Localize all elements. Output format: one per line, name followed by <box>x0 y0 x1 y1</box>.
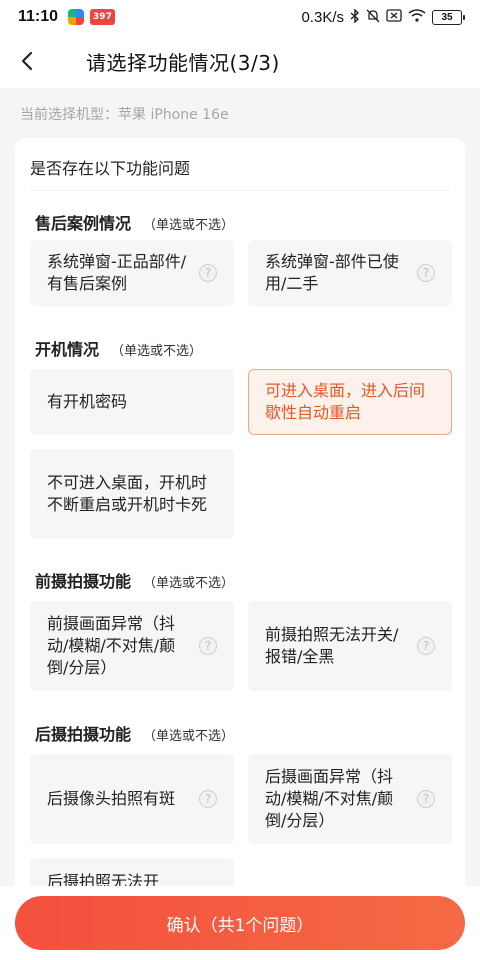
option-label: 可进入桌面，进入后间歇性自动重启 <box>265 381 426 422</box>
option-rear-image-abnormal[interactable]: 后摄画面异常（抖动/模糊/不对焦/颠倒/分层） ? <box>248 754 452 844</box>
help-icon[interactable]: ? <box>417 790 435 808</box>
app-notification-icon <box>68 9 85 25</box>
help-icon[interactable]: ? <box>199 264 217 282</box>
status-right: 0.3K/s 35 <box>301 7 465 26</box>
section-title-text: 前摄拍摄功能 <box>35 572 132 591</box>
option-label: 不可进入桌面，开机时不断重启或开机时卡死 <box>47 473 208 514</box>
function-issues-card: 是否存在以下功能问题 售后案例情况 （单选或不选） 系统弹窗-正品部件/有售后案… <box>15 138 465 960</box>
divider <box>30 190 450 191</box>
option-front-camera-fail[interactable]: 前摄拍照无法开关/报错/全黑 ? <box>248 601 452 691</box>
chevron-left-icon <box>21 51 33 71</box>
section-hint: （单选或不选） <box>143 218 235 233</box>
selected-model-label: 当前选择机型：苹果 iPhone 16e <box>20 107 229 123</box>
section-hint: （单选或不选） <box>143 729 235 744</box>
option-label: 系统弹窗-部件已使用/二手 <box>265 252 399 293</box>
section-title-text: 开机情况 <box>35 340 100 359</box>
back-button[interactable] <box>0 34 56 88</box>
option-boot-password[interactable]: 有开机密码 <box>30 369 234 435</box>
section-hint: （单选或不选） <box>111 344 203 359</box>
wifi-icon <box>408 9 426 25</box>
card-heading: 是否存在以下功能问题 <box>30 159 191 178</box>
app-badge-icon: 397 <box>90 9 115 25</box>
section-title-text: 后摄拍摄功能 <box>35 725 132 744</box>
confirm-button[interactable]: 确认（共1个问题） <box>15 896 465 950</box>
section-title-front-camera: 前摄拍摄功能 （单选或不选） <box>35 568 234 592</box>
battery-icon: 35 <box>432 9 465 25</box>
option-boot-loop[interactable]: 不可进入桌面，开机时不断重启或开机时卡死 <box>30 449 234 539</box>
option-used-parts-popup[interactable]: 系统弹窗-部件已使用/二手 ? <box>248 240 452 306</box>
option-genuine-parts-popup[interactable]: 系统弹窗-正品部件/有售后案例 ? <box>30 240 234 306</box>
section-title-rear-camera: 后摄拍摄功能 （单选或不选） <box>35 721 234 745</box>
option-label: 前摄画面异常（抖动/模糊/不对焦/颠倒/分层） <box>47 614 176 677</box>
option-label: 系统弹窗-正品部件/有售后案例 <box>47 252 187 293</box>
section-title-after-sales: 售后案例情况 （单选或不选） <box>35 210 234 234</box>
network-speed: 0.3K/s <box>301 8 344 26</box>
option-label: 前摄拍照无法开关/报错/全黑 <box>265 625 399 666</box>
status-bar: 11:10 397 0.3K/s 35 <box>0 0 480 34</box>
mute-icon <box>366 9 380 26</box>
option-label: 有开机密码 <box>47 392 128 411</box>
option-rear-spots[interactable]: 后摄像头拍照有斑 ? <box>30 754 234 844</box>
help-icon[interactable]: ? <box>199 637 217 655</box>
help-icon[interactable]: ? <box>417 637 435 655</box>
help-icon[interactable]: ? <box>199 790 217 808</box>
section-title-text: 售后案例情况 <box>35 214 132 233</box>
option-label: 后摄像头拍照有斑 <box>47 789 176 808</box>
sim-off-icon <box>386 9 402 25</box>
status-time: 11:10 <box>18 8 59 25</box>
option-label: 后摄画面异常（抖动/模糊/不对焦/颠倒/分层） <box>265 767 394 830</box>
header: 请选择功能情况(3/3) <box>0 34 480 88</box>
option-intermittent-restart[interactable]: 可进入桌面，进入后间歇性自动重启 <box>248 369 452 435</box>
bottom-bar: 确认（共1个问题） <box>0 886 480 960</box>
page-title: 请选择功能情况(3/3) <box>86 50 280 75</box>
bluetooth-icon <box>350 7 360 26</box>
section-hint: （单选或不选） <box>143 576 235 591</box>
section-title-boot: 开机情况 （单选或不选） <box>35 336 202 360</box>
help-icon[interactable]: ? <box>417 264 435 282</box>
option-front-image-abnormal[interactable]: 前摄画面异常（抖动/模糊/不对焦/颠倒/分层） ? <box>30 601 234 691</box>
